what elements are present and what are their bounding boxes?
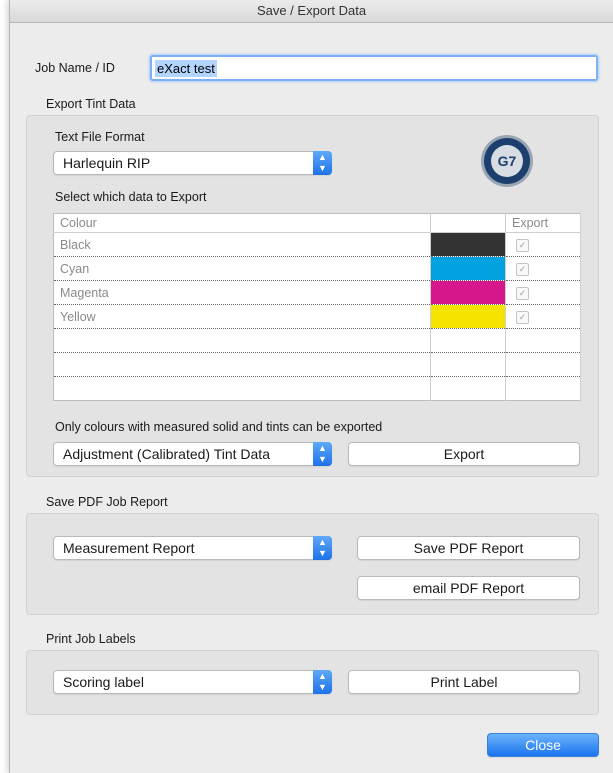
colour-name: Black bbox=[53, 232, 431, 257]
export-button[interactable]: Export bbox=[348, 442, 580, 466]
g7-badge-text: G7 bbox=[498, 153, 517, 169]
colour-name: Cyan bbox=[53, 256, 431, 281]
report-type-popup[interactable]: Measurement Report ▲ ▼ bbox=[53, 536, 332, 560]
popup-arrows-icon: ▲ ▼ bbox=[313, 442, 332, 466]
colour-export-table: Colour Export Black ✓ Cyan ✓ Magenta ✓ Y… bbox=[53, 213, 581, 401]
label-type-popup[interactable]: Scoring label ▲ ▼ bbox=[53, 670, 332, 694]
export-checkbox[interactable]: ✓ bbox=[516, 262, 529, 276]
table-row-empty bbox=[53, 376, 581, 401]
export-checkbox[interactable]: ✓ bbox=[516, 238, 529, 252]
export-tint-section-label: Export Tint Data bbox=[46, 97, 136, 111]
popup-arrows-icon: ▲ ▼ bbox=[313, 536, 332, 560]
text-file-format-popup[interactable]: Harlequin RIP ▲ ▼ bbox=[53, 151, 332, 175]
pdf-report-section-label: Save PDF Job Report bbox=[46, 495, 168, 509]
text-file-format-label: Text File Format bbox=[55, 130, 145, 144]
job-name-value: eXact test bbox=[155, 59, 217, 77]
table-row-empty bbox=[53, 328, 581, 353]
colour-swatch bbox=[431, 305, 505, 328]
popup-arrows-icon: ▲ ▼ bbox=[313, 670, 332, 694]
column-header-swatch bbox=[430, 213, 506, 233]
window-title: Save / Export Data bbox=[10, 0, 613, 23]
select-data-label: Select which data to Export bbox=[55, 190, 207, 204]
save-pdf-report-button[interactable]: Save PDF Report bbox=[357, 536, 580, 560]
report-type-value: Measurement Report bbox=[63, 540, 195, 556]
table-row[interactable]: Cyan ✓ bbox=[53, 256, 581, 281]
colour-swatch bbox=[431, 233, 505, 256]
colour-swatch bbox=[431, 281, 505, 304]
table-row-empty bbox=[53, 352, 581, 377]
export-note: Only colours with measured solid and tin… bbox=[55, 420, 383, 434]
text-file-format-value: Harlequin RIP bbox=[63, 155, 151, 171]
colour-name: Magenta bbox=[53, 280, 431, 305]
table-row[interactable]: Magenta ✓ bbox=[53, 280, 581, 305]
column-header-export[interactable]: Export bbox=[505, 213, 581, 233]
close-button[interactable]: Close bbox=[487, 733, 599, 757]
colour-swatch bbox=[431, 257, 505, 280]
tint-data-type-value: Adjustment (Calibrated) Tint Data bbox=[63, 446, 270, 462]
email-pdf-report-button[interactable]: email PDF Report bbox=[357, 576, 580, 600]
g7-badge-icon: G7 bbox=[481, 135, 533, 187]
print-labels-section-label: Print Job Labels bbox=[46, 632, 136, 646]
export-checkbox[interactable]: ✓ bbox=[516, 286, 529, 300]
job-name-input[interactable]: eXact test bbox=[150, 55, 598, 81]
label-type-value: Scoring label bbox=[63, 674, 144, 690]
colour-name: Yellow bbox=[53, 304, 431, 329]
column-header-colour: Colour bbox=[53, 213, 431, 233]
table-row[interactable]: Black ✓ bbox=[53, 232, 581, 257]
popup-arrows-icon: ▲ ▼ bbox=[313, 151, 332, 175]
tint-data-type-popup[interactable]: Adjustment (Calibrated) Tint Data ▲ ▼ bbox=[53, 442, 332, 466]
job-name-label: Job Name / ID bbox=[35, 61, 115, 75]
table-row[interactable]: Yellow ✓ bbox=[53, 304, 581, 329]
export-checkbox[interactable]: ✓ bbox=[516, 310, 529, 324]
print-label-button[interactable]: Print Label bbox=[348, 670, 580, 694]
